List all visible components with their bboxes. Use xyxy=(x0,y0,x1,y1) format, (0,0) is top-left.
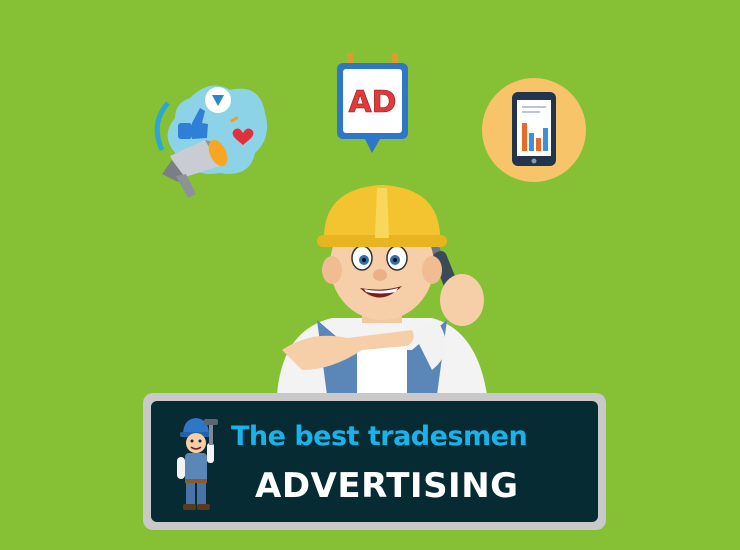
banner-subline: ADVERTISING xyxy=(255,466,519,506)
banner-headline: The best tradesmen xyxy=(231,421,528,452)
tradesman-mascot xyxy=(277,185,487,395)
tablet-chart-icon xyxy=(482,78,586,182)
tradesman-mini-mascot xyxy=(177,418,218,510)
ad-text: AD xyxy=(348,85,396,120)
banner-frame: The best tradesmen ADVERTISING xyxy=(143,393,606,530)
ad-billboard-icon: AD xyxy=(337,53,408,153)
banner-panel: The best tradesmen ADVERTISING xyxy=(151,401,598,522)
megaphone-social-icon xyxy=(154,85,268,198)
